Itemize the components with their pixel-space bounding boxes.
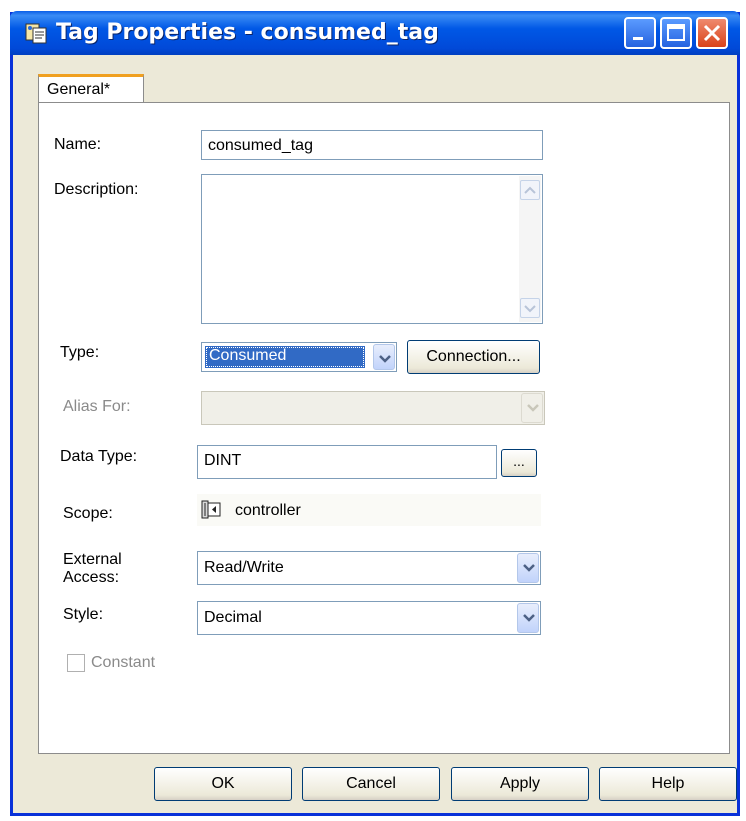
data-type-field[interactable]: DINT bbox=[197, 445, 497, 479]
ok-button[interactable]: OK bbox=[154, 767, 292, 801]
close-icon bbox=[703, 24, 721, 42]
constant-checkbox[interactable] bbox=[67, 654, 85, 672]
external-access-label: External Access: bbox=[63, 551, 122, 587]
name-field[interactable]: consumed_tag bbox=[201, 130, 543, 160]
scope-label: Scope: bbox=[63, 505, 113, 522]
type-dropdown-button[interactable] bbox=[373, 344, 395, 370]
data-type-browse-button[interactable]: ... bbox=[501, 449, 537, 477]
description-label: Description: bbox=[54, 181, 139, 198]
cancel-button[interactable]: Cancel bbox=[302, 767, 440, 801]
maximize-button[interactable] bbox=[660, 17, 692, 49]
minimize-button[interactable] bbox=[624, 17, 656, 49]
tab-general[interactable]: General* bbox=[38, 74, 144, 104]
window-title: Tag Properties - consumed_tag bbox=[56, 20, 439, 45]
chevron-up-icon bbox=[524, 186, 536, 194]
external-access-select[interactable]: Read/Write bbox=[197, 551, 541, 585]
connection-button[interactable]: Connection... bbox=[407, 340, 540, 374]
apply-button[interactable]: Apply bbox=[451, 767, 589, 801]
description-field[interactable] bbox=[201, 174, 543, 324]
help-button[interactable]: Help bbox=[599, 767, 737, 801]
chevron-down-icon bbox=[523, 614, 535, 622]
alias-for-label: Alias For: bbox=[63, 398, 131, 415]
scope-value: controller bbox=[235, 502, 301, 519]
external-access-label-line1: External bbox=[63, 551, 122, 568]
style-select[interactable]: Decimal bbox=[197, 601, 541, 635]
scope-field: controller bbox=[197, 494, 541, 526]
style-label: Style: bbox=[63, 606, 104, 623]
close-button[interactable] bbox=[696, 17, 728, 49]
external-access-label-line2: Access: bbox=[63, 569, 120, 586]
type-label: Type: bbox=[60, 344, 100, 361]
chevron-down-icon bbox=[527, 404, 539, 412]
chevron-down-icon bbox=[524, 305, 536, 313]
style-value: Decimal bbox=[204, 609, 262, 626]
type-value: Consumed bbox=[205, 346, 365, 368]
maximize-icon bbox=[667, 24, 685, 41]
constant-label: Constant bbox=[91, 654, 156, 671]
controller-icon bbox=[201, 500, 221, 519]
alias-dropdown-button bbox=[521, 393, 543, 423]
external-access-value: Read/Write bbox=[204, 559, 284, 576]
name-label: Name: bbox=[54, 136, 102, 153]
tab-general-label: General* bbox=[47, 81, 111, 98]
description-scrollbar[interactable] bbox=[519, 176, 541, 322]
minimize-icon bbox=[633, 37, 643, 40]
scroll-up-button[interactable] bbox=[520, 180, 540, 200]
external-access-dropdown-button[interactable] bbox=[517, 553, 539, 583]
type-select[interactable]: Consumed bbox=[201, 342, 397, 372]
data-type-label: Data Type: bbox=[60, 448, 138, 465]
style-dropdown-button[interactable] bbox=[517, 603, 539, 633]
chevron-down-icon bbox=[379, 355, 391, 363]
scroll-down-button[interactable] bbox=[520, 298, 540, 318]
alias-for-select bbox=[201, 391, 545, 425]
chevron-down-icon bbox=[523, 564, 535, 572]
tag-properties-app-icon bbox=[25, 23, 47, 44]
title-bar[interactable]: Tag Properties - consumed_tag bbox=[10, 11, 740, 55]
